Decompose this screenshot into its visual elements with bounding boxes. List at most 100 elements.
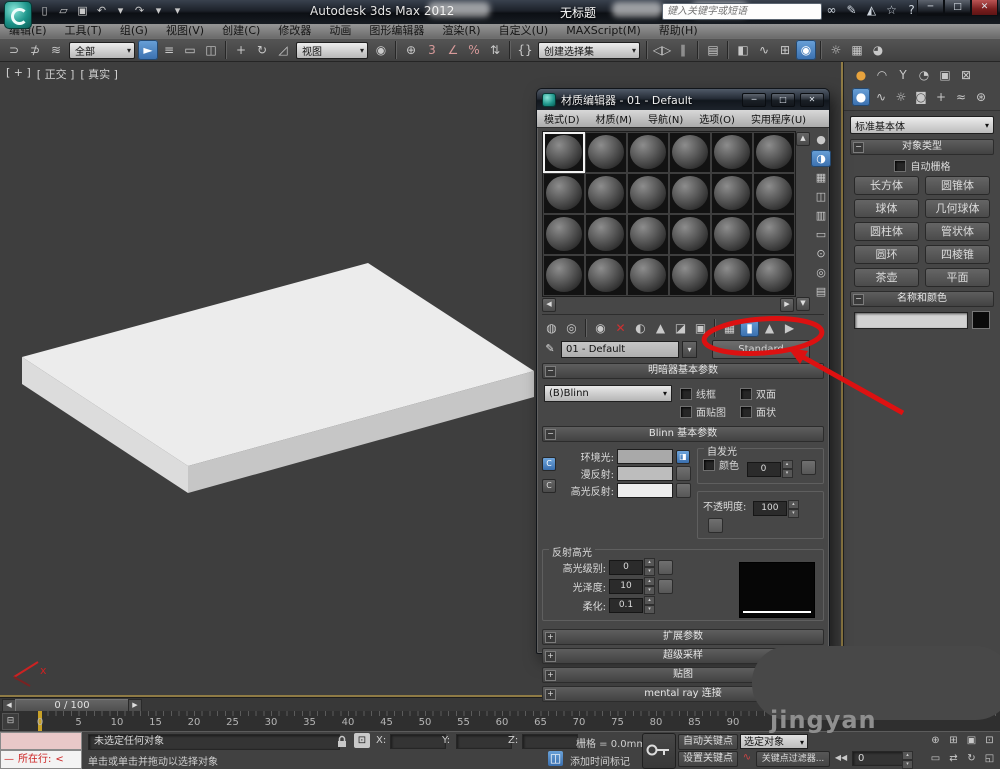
scroll-up-icon[interactable]: ▲	[796, 132, 810, 146]
zoom-extents-all-icon[interactable]: ⊡	[981, 733, 998, 749]
tube-button[interactable]: 管状体	[925, 222, 990, 241]
blinn-rollout-header[interactable]: − Blinn 基本参数	[542, 426, 824, 442]
material-type-button[interactable]: Standard	[712, 340, 810, 359]
put-material-to-scene-icon[interactable]: ◎	[562, 319, 581, 337]
menu-item-modifiers[interactable]: 修改器	[269, 24, 320, 38]
subtab-lights[interactable]: ☼	[892, 88, 910, 106]
tab-create[interactable]: ●	[852, 66, 870, 84]
teapot-button[interactable]: 茶壶	[854, 268, 919, 287]
subtab-cameras[interactable]: ◙	[912, 88, 930, 106]
material-sample-slot[interactable]	[543, 173, 585, 214]
close-button[interactable]: ✕	[971, 0, 998, 16]
use-pivot-point-center-icon[interactable]: ◉	[371, 40, 391, 60]
select-object-icon[interactable]: ►	[138, 40, 158, 60]
percent-snap-icon[interactable]: %	[464, 40, 484, 60]
material-sample-slot[interactable]	[543, 255, 585, 296]
zoom-extents-icon[interactable]: ▣	[963, 733, 980, 749]
communication-center-icon[interactable]: ✎	[843, 2, 860, 19]
material-sample-slot[interactable]	[543, 214, 585, 255]
primitive-category-dropdown[interactable]: 标准基本体 ▾	[850, 116, 994, 134]
me-menu-modes[interactable]: 模式(D)	[537, 111, 587, 126]
snap-toggle-3d-icon[interactable]: 3	[422, 40, 442, 60]
material-sample-slot[interactable]	[627, 255, 669, 296]
schematic-view-icon[interactable]: ⊞	[775, 40, 795, 60]
opacity-value[interactable]: 100	[753, 501, 787, 516]
face-map-checkbox[interactable]	[680, 406, 692, 418]
zoom-all-icon[interactable]: ⊞	[945, 733, 962, 749]
maximize-viewport-toggle-icon[interactable]: ◱	[981, 751, 998, 767]
auto-key-button[interactable]: 自动关键点	[678, 734, 738, 750]
rectangular-selection-region-icon[interactable]: ▭	[180, 40, 200, 60]
menu-item-help[interactable]: 帮助(H)	[650, 24, 707, 38]
open-mini-track-view-icon[interactable]: ⊟	[2, 713, 19, 730]
select-by-material-icon[interactable]: ◎	[811, 264, 831, 281]
self-illum-map-button[interactable]	[801, 460, 816, 475]
ambient-color-swatch[interactable]	[617, 449, 673, 464]
shader-type-dropdown[interactable]: (B)Blinn ▾	[544, 385, 672, 402]
show-end-result-icon[interactable]: ▮	[740, 319, 759, 337]
material-sample-slot[interactable]	[753, 173, 795, 214]
self-illum-spinner[interactable]: ▴▾	[782, 460, 793, 478]
select-and-rotate-icon[interactable]: ↻	[252, 40, 272, 60]
time-tag-icon[interactable]: ◫	[548, 751, 563, 766]
material-editor-title-bar[interactable]: 材质编辑器 - 01 - Default ─ □ ✕	[537, 89, 829, 110]
me-menu-utilities[interactable]: 实用程序(U)	[744, 111, 813, 126]
align-icon[interactable]: ∥	[673, 40, 693, 60]
backlight-icon[interactable]: ◑	[811, 150, 831, 167]
material-sample-slot[interactable]	[543, 132, 585, 173]
select-and-link-icon[interactable]: ⊃	[4, 40, 24, 60]
lock-ambient-diffuse-icon[interactable]: ◨	[676, 450, 690, 464]
glossiness-spinner[interactable]: ▴▾	[644, 577, 655, 595]
selection-lock-icon[interactable]	[336, 735, 348, 748]
show-map-in-viewport-icon[interactable]: ▦	[720, 319, 739, 337]
viewport-menu-general[interactable]: [ + ]	[6, 66, 31, 82]
assign-material-to-selection-icon[interactable]: ◉	[591, 319, 610, 337]
maximize-button[interactable]: □	[944, 0, 971, 16]
subtab-systems[interactable]: ⊛	[972, 88, 990, 106]
me-menu-material[interactable]: 材质(M)	[589, 111, 639, 126]
maxscript-listener-macro-line[interactable]	[0, 732, 82, 750]
put-to-library-icon[interactable]: ◪	[671, 319, 690, 337]
search-box[interactable]	[662, 3, 822, 20]
unlink-selection-icon[interactable]: ⊅	[25, 40, 45, 60]
menu-item-animation[interactable]: 动画	[320, 24, 360, 38]
maxscript-listener-line[interactable]: — 所在行: <	[0, 750, 82, 769]
sign-in-icon[interactable]: ◭	[863, 2, 880, 19]
menu-item-graph-editors[interactable]: 图形编辑器	[360, 24, 433, 38]
undo-dropdown-icon[interactable]: ▾	[112, 2, 129, 19]
torus-button[interactable]: 圆环	[854, 245, 919, 264]
zoom-icon[interactable]: ⊕	[927, 733, 944, 749]
wire-checkbox[interactable]	[680, 388, 692, 400]
save-file-icon[interactable]: ▣	[74, 2, 91, 19]
menu-item-rendering[interactable]: 渲染(R)	[433, 24, 489, 38]
mirror-icon[interactable]: ◁▷	[652, 40, 672, 60]
material-sample-slot[interactable]	[753, 255, 795, 296]
me-minimize-button[interactable]: ─	[742, 93, 766, 107]
menu-item-maxscript[interactable]: MAXScript(M)	[557, 24, 650, 38]
viewport-menu-pov[interactable]: [ 正交 ]	[37, 66, 75, 82]
sample-uv-tiling-icon[interactable]: ◫	[811, 188, 831, 205]
material-sample-slot[interactable]	[627, 173, 669, 214]
specular-map-button[interactable]	[676, 483, 691, 498]
me-menu-options[interactable]: 选项(O)	[692, 111, 742, 126]
glossiness-map-button[interactable]	[658, 579, 673, 594]
cone-button[interactable]: 圆锥体	[925, 176, 990, 195]
cylinder-button[interactable]: 圆柱体	[854, 222, 919, 241]
opacity-map-button[interactable]	[708, 518, 723, 533]
material-sample-slot[interactable]	[669, 255, 711, 296]
material-sample-slot[interactable]	[585, 255, 627, 296]
key-filters-button[interactable]: 关键点过滤器...	[756, 751, 830, 767]
material-sample-slot[interactable]	[753, 214, 795, 255]
material-sample-slot[interactable]	[711, 255, 753, 296]
redo-dropdown-icon[interactable]: ▾	[150, 2, 167, 19]
specular-color-swatch[interactable]	[617, 483, 673, 498]
menu-item-group[interactable]: 组(G)	[111, 24, 157, 38]
soften-value[interactable]: 0.1	[609, 598, 643, 613]
set-keys-button[interactable]	[642, 733, 676, 769]
search-input[interactable]	[663, 4, 821, 19]
select-and-manipulate-icon[interactable]: ⊕	[401, 40, 421, 60]
two-sided-checkbox[interactable]	[740, 388, 752, 400]
me-maximize-button[interactable]: □	[771, 93, 795, 107]
get-material-icon[interactable]: ◍	[542, 319, 561, 337]
menu-item-customize[interactable]: 自定义(U)	[490, 24, 558, 38]
